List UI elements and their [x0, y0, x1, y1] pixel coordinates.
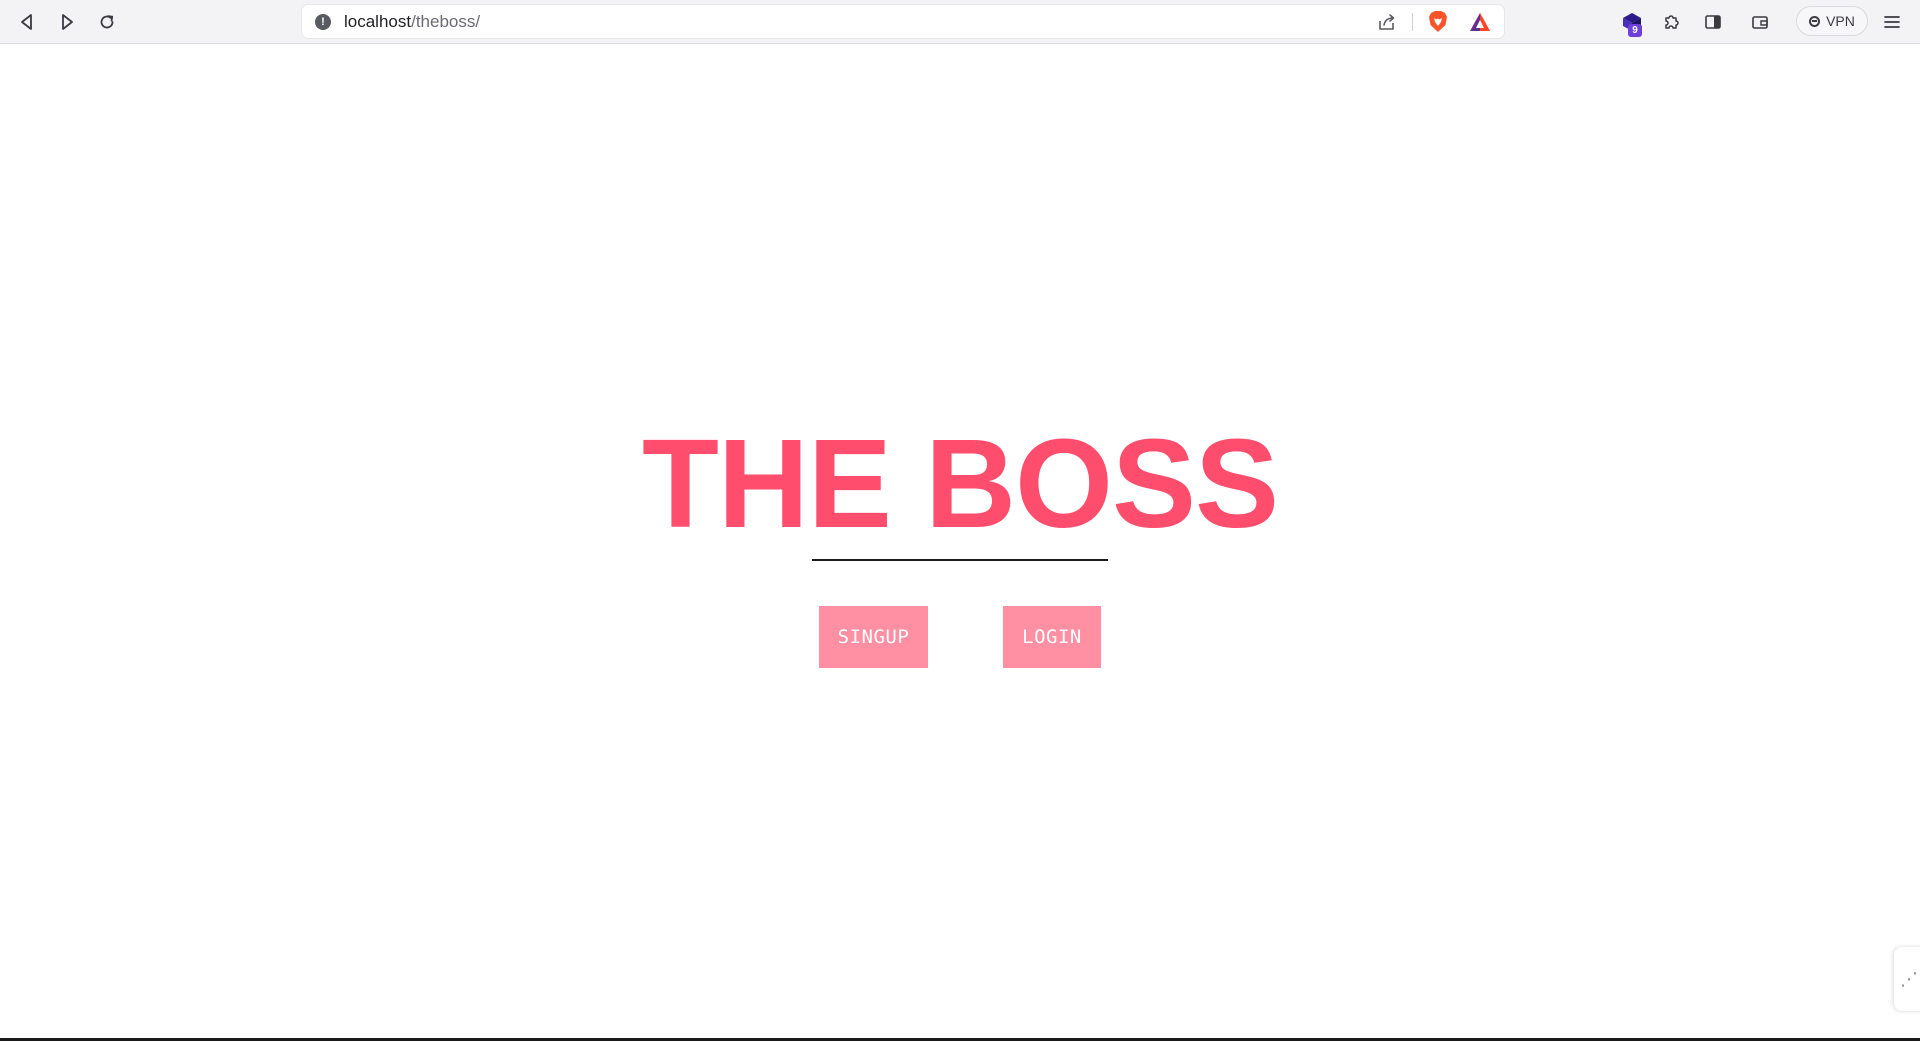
- url-path: /theboss/: [411, 12, 481, 31]
- url-text[interactable]: localhost/theboss/: [344, 12, 480, 31]
- handle-icon: ⋰: [1900, 968, 1918, 989]
- hamburger-menu-icon: [1884, 16, 1900, 28]
- reload-icon: [100, 15, 114, 29]
- vpn-status-icon: [1809, 15, 1821, 27]
- url-host: localhost: [344, 12, 412, 31]
- page-title: THE BOSS: [641, 413, 1279, 554]
- address-bar-divider: [1412, 13, 1413, 31]
- wallet-icon: [1752, 16, 1768, 29]
- side-panel-handle[interactable]: ⋰: [1894, 947, 1920, 1011]
- forward-icon: [62, 14, 73, 30]
- main-menu-button[interactable]: [1878, 8, 1906, 36]
- reload-button[interactable]: [92, 7, 122, 37]
- brave-lion-icon[interactable]: [1427, 10, 1449, 34]
- signup-button[interactable]: SINGUP: [819, 606, 928, 668]
- vpn-button[interactable]: VPN: [1796, 6, 1868, 36]
- sidebar-icon: [1705, 15, 1721, 29]
- vpn-label: VPN: [1826, 13, 1855, 29]
- back-icon: [21, 14, 32, 30]
- page-content: THE BOSS SINGUP LOGIN ⋰: [0, 44, 1920, 1041]
- login-button[interactable]: LOGIN: [1003, 606, 1101, 668]
- address-bar[interactable]: ! localhost/theboss/: [302, 5, 1504, 38]
- browser-toolbar: ! localhost/theboss/ 9 VPN: [0, 0, 1920, 44]
- back-button[interactable]: [12, 7, 42, 37]
- sidebar-button[interactable]: [1699, 8, 1727, 36]
- puzzle-icon: [1665, 15, 1679, 29]
- share-icon[interactable]: [1376, 11, 1398, 33]
- forward-button[interactable]: [52, 7, 82, 37]
- extension-badge: 9: [1628, 24, 1642, 37]
- bat-triangle-icon[interactable]: [1468, 11, 1492, 33]
- extensions-menu-button[interactable]: [1658, 8, 1686, 36]
- wallet-button[interactable]: [1746, 8, 1774, 36]
- title-underline: [812, 559, 1108, 561]
- info-icon[interactable]: !: [315, 14, 331, 30]
